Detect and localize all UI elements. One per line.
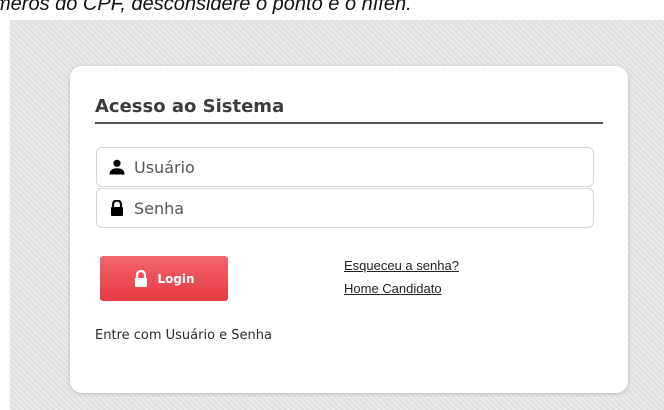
password-input[interactable] [134,195,574,221]
login-button-label: Login [157,271,195,286]
home-candidate-link[interactable]: Home Candidato [344,281,442,297]
title-divider [95,122,603,124]
instruction-note: meros do CPF, desconsidere o ponto e o h… [0,0,412,15]
panel-title: Acesso ao Sistema [95,96,285,117]
login-panel: Acesso ao Sistema Usuário Login Esqueceu… [70,66,628,393]
password-field[interactable] [96,188,594,228]
login-button[interactable]: Login [100,256,228,301]
page-background: Acesso ao Sistema Usuário Login Esqueceu… [10,20,664,410]
login-hint: Entre com Usuário e Senha [95,328,272,343]
username-input[interactable] [134,154,574,180]
lock-icon [109,199,125,216]
forgot-password-link[interactable]: Esqueceu a senha? [344,258,459,274]
lock-icon [133,269,149,287]
user-icon [109,159,125,175]
username-field[interactable] [96,147,594,187]
